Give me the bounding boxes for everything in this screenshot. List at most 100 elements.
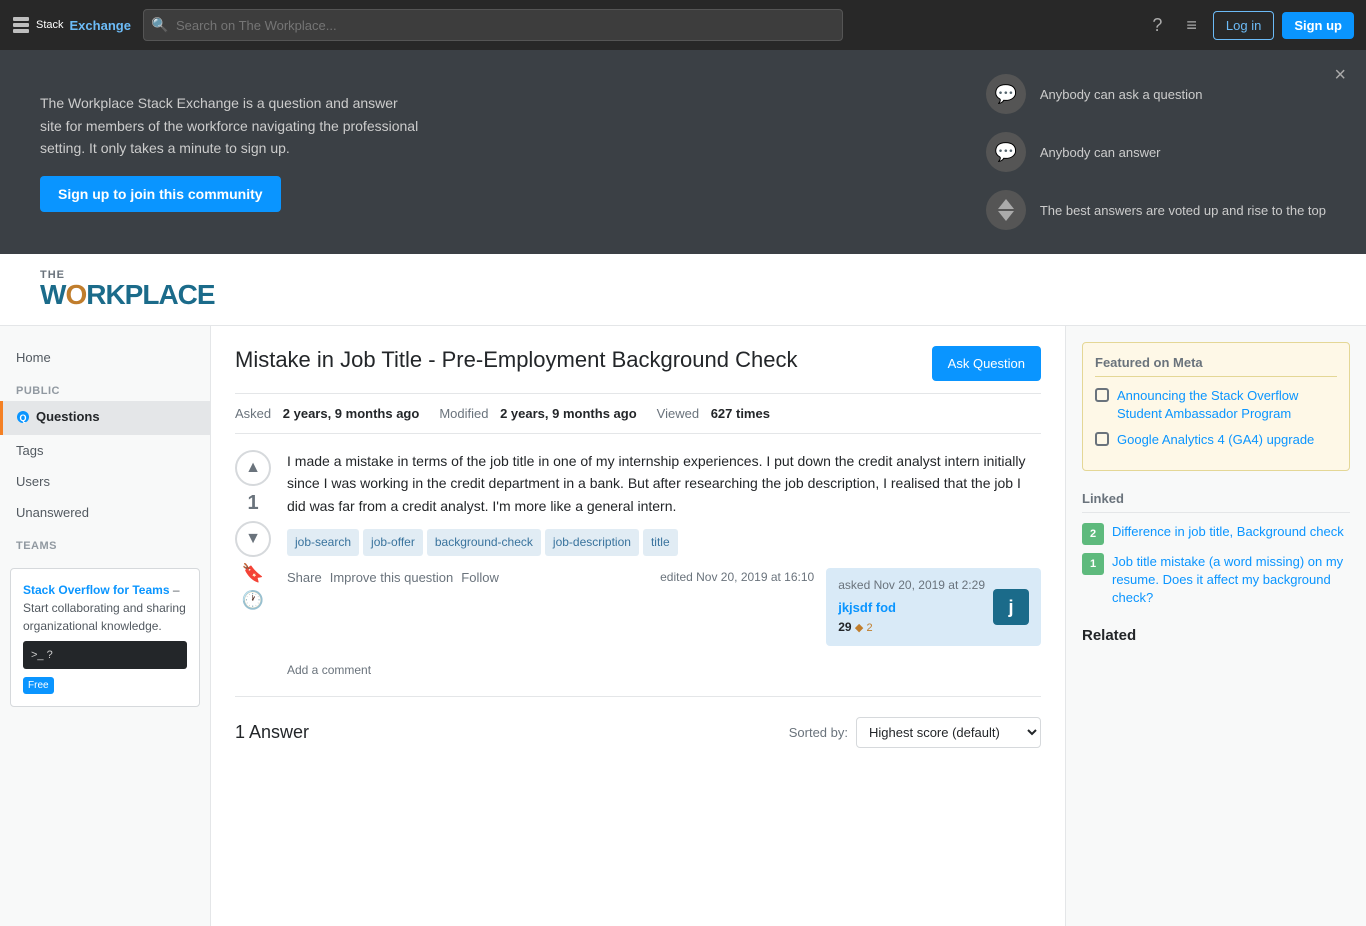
post-body-text: I made a mistake in terms of the job tit… <box>287 450 1041 517</box>
site-logo-nav[interactable]: Stack Exchange <box>12 16 131 34</box>
teams-cmd: >_ ? <box>23 641 187 670</box>
hero-description-container: The Workplace Stack Exchange is a questi… <box>40 92 420 211</box>
user-stats: 29 ◆ 2 <box>838 618 985 638</box>
featured-title: Featured on Meta <box>1095 355 1337 377</box>
user-avatar: j <box>993 589 1029 625</box>
featured-item-1: Announcing the Stack Overflow Student Am… <box>1095 387 1337 423</box>
globe-icon: Q <box>16 410 30 424</box>
sidebar-item-unanswered[interactable]: Unanswered <box>0 497 210 528</box>
asked-label: asked Nov 20, 2019 at 2:29 <box>838 576 985 595</box>
question-title: Mistake in Job Title - Pre-Employment Ba… <box>235 346 916 375</box>
featured-link-1[interactable]: Announcing the Stack Overflow Student Am… <box>1117 387 1337 423</box>
featured-item-2: Google Analytics 4 (GA4) upgrade <box>1095 431 1337 449</box>
add-comment-link[interactable]: Add a comment <box>287 663 371 677</box>
featured-widget: Featured on Meta Announcing the Stack Ov… <box>1082 342 1350 471</box>
answers-count: 1 Answer <box>235 722 309 743</box>
login-button[interactable]: Log in <box>1213 11 1274 40</box>
hero-feature-vote-text: The best answers are voted up and rise t… <box>1040 203 1326 218</box>
downvote-button[interactable]: ▼ <box>235 521 271 557</box>
hero-feature-answer: 💬 Anybody can answer <box>986 132 1326 172</box>
post-tags: job-search job-offer background-check jo… <box>287 529 1041 556</box>
username[interactable]: jkjsdf fod <box>838 598 985 619</box>
tag-job-offer[interactable]: job-offer <box>363 529 423 556</box>
ask-question-button[interactable]: Ask Question <box>932 346 1041 381</box>
hero-banner: × The Workplace Stack Exchange is a ques… <box>0 50 1366 254</box>
stackexchange-icon <box>12 16 30 34</box>
search-icon: 🔍 <box>151 17 168 34</box>
sort-container: Sorted by: Highest score (default) <box>789 717 1041 748</box>
improve-link[interactable]: Improve this question <box>330 568 454 589</box>
linked-link-1[interactable]: Difference in job title, Background chec… <box>1112 523 1344 541</box>
signup-button-nav[interactable]: Sign up <box>1282 12 1354 39</box>
question-body: ▲ 1 ▼ 🔖 🕐 I made a mistake in terms of t… <box>235 450 1041 697</box>
upvote-button[interactable]: ▲ <box>235 450 271 486</box>
post-content: I made a mistake in terms of the job tit… <box>287 450 1041 680</box>
workplace-logo[interactable]: THE WORKPLACE <box>40 270 215 309</box>
nav-actions: ? ≡ Log in Sign up <box>1144 11 1354 40</box>
logo-stack-text: Stack <box>36 19 64 31</box>
bookmark-button[interactable]: 🔖 <box>242 563 264 584</box>
logo-workplace: WORKPLACE <box>40 281 215 309</box>
share-link[interactable]: Share <box>287 568 322 589</box>
question-header: Mistake in Job Title - Pre-Employment Ba… <box>235 346 1041 394</box>
viewed-meta: Viewed 627 times <box>657 406 770 421</box>
teams-free-badge: Free <box>23 677 54 694</box>
sidebar-questions-label: Questions <box>36 409 100 424</box>
hero-description: The Workplace Stack Exchange is a questi… <box>40 92 420 159</box>
tag-job-search[interactable]: job-search <box>287 529 359 556</box>
search-input[interactable] <box>143 9 843 41</box>
linked-item-1: 2 Difference in job title, Background ch… <box>1082 523 1350 545</box>
history-button[interactable]: 🕐 <box>242 590 264 611</box>
linked-link-2[interactable]: Job title mistake (a word missing) on my… <box>1112 553 1350 608</box>
linked-widget: Linked 2 Difference in job title, Backgr… <box>1082 491 1350 608</box>
sidebar-item-questions[interactable]: Q Questions <box>0 401 210 435</box>
linked-title: Linked <box>1082 491 1350 513</box>
inbox-button[interactable]: ≡ <box>1178 11 1205 40</box>
vote-controls: ▲ 1 ▼ 🔖 🕐 <box>235 450 271 680</box>
arrow-down-icon <box>998 211 1014 221</box>
linked-item-2: 1 Job title mistake (a word missing) on … <box>1082 553 1350 608</box>
svg-text:Q: Q <box>19 413 26 423</box>
hero-feature-vote: The best answers are voted up and rise t… <box>986 190 1326 230</box>
tag-job-description[interactable]: job-description <box>545 529 639 556</box>
chat-icon-2: 💬 <box>986 132 1026 172</box>
question-meta: Asked 2 years, 9 months ago Modified 2 y… <box>235 406 1041 434</box>
hero-signup-button[interactable]: Sign up to join this community <box>40 176 281 212</box>
logo-exchange-text: Exchange <box>70 18 131 33</box>
comment-section: Add a comment <box>287 658 1041 680</box>
linked-score-2: 1 <box>1082 553 1104 575</box>
tag-background-check[interactable]: background-check <box>427 529 541 556</box>
vote-count: 1 <box>247 492 258 515</box>
sidebar-item-home[interactable]: Home <box>0 342 210 373</box>
sidebar: Home PUBLIC Q Questions Tags Users Unans… <box>0 326 210 926</box>
main-container: Home PUBLIC Q Questions Tags Users Unans… <box>0 326 1366 926</box>
featured-link-2[interactable]: Google Analytics 4 (GA4) upgrade <box>1117 431 1314 449</box>
right-sidebar: Featured on Meta Announcing the Stack Ov… <box>1066 326 1366 926</box>
featured-icon-1 <box>1095 388 1109 402</box>
sorted-by-label: Sorted by: <box>789 725 848 740</box>
cmd-icon: >_ ? <box>31 647 53 664</box>
sort-select[interactable]: Highest score (default) <box>856 717 1041 748</box>
user-card: asked Nov 20, 2019 at 2:29 jkjsdf fod 29… <box>826 568 1041 646</box>
follow-link[interactable]: Follow <box>461 568 499 589</box>
featured-icon-2 <box>1095 432 1109 446</box>
hero-features: 💬 Anybody can ask a question 💬 Anybody c… <box>986 74 1326 230</box>
top-navigation: Stack Exchange 🔍 ? ≡ Log in Sign up <box>0 0 1366 50</box>
sidebar-item-tags[interactable]: Tags <box>0 435 210 466</box>
hero-feature-answer-text: Anybody can answer <box>1040 145 1161 160</box>
tag-title[interactable]: title <box>643 529 678 556</box>
hero-feature-ask-text: Anybody can ask a question <box>1040 87 1203 102</box>
answers-header: 1 Answer Sorted by: Highest score (defau… <box>235 717 1041 748</box>
related-widget: Related <box>1082 627 1350 644</box>
hero-feature-ask: 💬 Anybody can ask a question <box>986 74 1326 114</box>
site-header: THE WORKPLACE <box>0 254 1366 326</box>
help-button[interactable]: ? <box>1144 11 1170 40</box>
modified-meta: Modified 2 years, 9 months ago <box>439 406 636 421</box>
teams-box: Stack Overflow for Teams – Start collabo… <box>10 568 200 708</box>
sidebar-item-users[interactable]: Users <box>0 466 210 497</box>
sidebar-section-public: PUBLIC <box>0 373 210 401</box>
teams-name: Stack Overflow for Teams <box>23 583 170 597</box>
hero-close-button[interactable]: × <box>1334 64 1346 87</box>
edited-info: edited Nov 20, 2019 at 16:10 <box>660 568 814 587</box>
search-container: 🔍 <box>143 9 843 41</box>
